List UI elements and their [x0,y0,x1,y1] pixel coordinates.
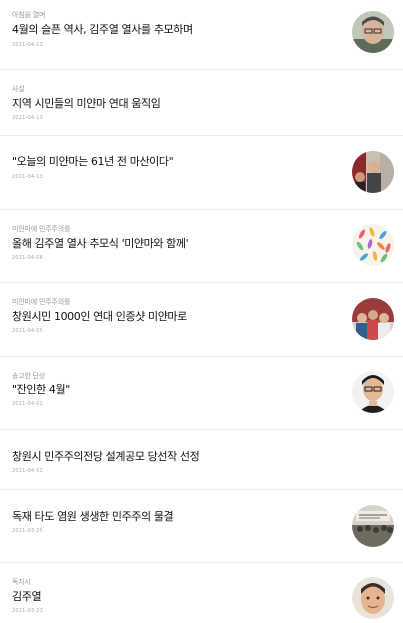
article-category: 독자시 [12,578,31,586]
list-item[interactable]: 독자시 김주열 2021-03-23 [0,563,403,623]
article-title[interactable]: 창원시민 1000인 연대 인증샷 미얀마로 [12,308,343,324]
person-portrait-icon[interactable] [352,11,394,53]
archive-photo-icon[interactable] [352,505,394,547]
article-title[interactable]: 올해 김주열 열사 추모식 '미얀마와 함께' [12,235,343,251]
article-date: 2021-04-02 [12,468,44,474]
article-title[interactable]: 김주열 [12,588,343,604]
list-item[interactable]: 창원시 민주주의전당 설계공모 당선작 선정 2021-04-02 [0,430,403,490]
article-title[interactable]: "오늘의 미얀마는 61년 전 마산이다" [12,153,343,169]
rally-photo-icon[interactable] [352,151,394,193]
article-date: 2021-04-13 [12,115,44,121]
columnist-portrait-icon[interactable] [352,371,394,413]
list-item[interactable]: 송고한 단상 "잔인한 4월" 2021-04-02 [0,357,403,430]
article-date: 2021-04-05 [12,328,44,334]
article-date: 2021-03-25 [12,528,44,534]
article-category: 송고한 단상 [12,372,46,380]
article-title[interactable]: 지역 시민들의 미얀마 연대 움직임 [12,95,343,111]
article-category: 미얀마에 민주주의를 [12,225,71,233]
list-item[interactable]: 사설 지역 시민들의 미얀마 연대 움직임 2021-04-13 [0,70,403,136]
list-item[interactable]: 미얀마에 민주주의를 창원시민 1000인 연대 인증샷 미얀마로 2021-0… [0,283,403,357]
article-category: 미얀마에 민주주의를 [12,298,71,306]
article-date: 2021-03-23 [12,608,44,614]
article-date: 2021-04-06 [12,255,44,261]
article-title[interactable]: 독재 타도 염원 생생한 민주주의 물결 [12,508,343,524]
list-item[interactable]: "오늘의 미얀마는 61년 전 마산이다" 2021-04-13 [0,136,403,210]
article-category: 사설 [12,85,25,93]
article-date: 2021-04-02 [12,401,44,407]
article-date: 2021-04-13 [12,42,44,48]
article-title[interactable]: 창원시 민주주의전당 설계공모 당선작 선정 [12,448,343,464]
list-item[interactable]: 미얀마에 민주주의를 올해 김주열 열사 추모식 '미얀마와 함께' 2021-… [0,210,403,283]
article-title[interactable]: "잔인한 4월" [12,381,343,397]
portrait-icon[interactable] [352,577,394,619]
petal-art-icon[interactable] [352,224,394,266]
article-title[interactable]: 4월의 슬픈 역사, 김주열 열사를 추모하며 [12,21,343,37]
article-category: 아침을 열며 [12,11,46,19]
list-item[interactable]: 아침을 열며 4월의 슬픈 역사, 김주열 열사를 추모하며 2021-04-1… [0,0,403,70]
article-list: 아침을 열며 4월의 슬픈 역사, 김주열 열사를 추모하며 2021-04-1… [0,0,403,623]
group-photo-icon[interactable] [352,298,394,340]
list-item[interactable]: 독재 타도 염원 생생한 민주주의 물결 2021-03-25 [0,490,403,563]
article-date: 2021-04-13 [12,174,44,180]
